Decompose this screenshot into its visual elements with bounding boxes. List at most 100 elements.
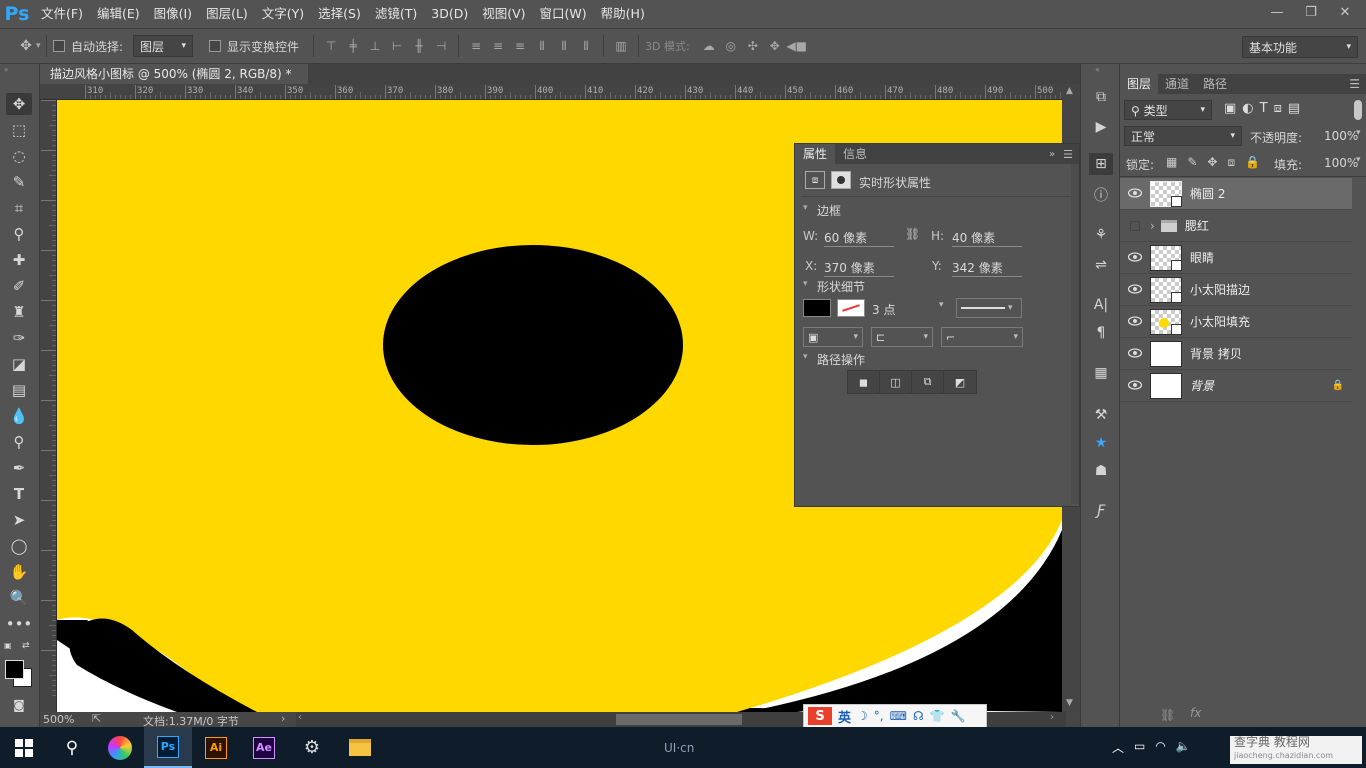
skin-icon[interactable]: 👕	[930, 709, 945, 723]
move-tool-icon[interactable]: ✥	[16, 36, 36, 56]
workspace-dropdown[interactable]: 基本功能 ▾	[1242, 36, 1358, 58]
eye-icon[interactable]	[1120, 283, 1150, 297]
menu-item-5[interactable]: 选择(S)	[311, 0, 368, 28]
lock-all-icon[interactable]: 🔒	[1245, 155, 1260, 170]
adjustments-panel-icon[interactable]: ⇌	[1089, 254, 1113, 276]
eyedropper-tool-icon[interactable]: ⚲	[6, 223, 32, 245]
section-toggle-icon[interactable]: ▾	[803, 279, 808, 289]
distribute-left-icon[interactable]: ⫴	[531, 36, 553, 56]
move-tool-icon[interactable]: ✥	[6, 93, 32, 115]
scroll-up-icon[interactable]: ▲	[1066, 86, 1073, 96]
layer-name[interactable]: 背景 拷贝	[1190, 345, 1242, 362]
menu-item-1[interactable]: 编辑(E)	[90, 0, 147, 28]
link-icon[interactable]: ⛓	[905, 227, 920, 241]
tab-channels[interactable]: 通道	[1158, 74, 1196, 94]
layer-name[interactable]: 椭圆 2	[1190, 185, 1225, 202]
eraser-tool-icon[interactable]: ◪	[6, 353, 32, 375]
section-toggle-icon[interactable]: ▾	[803, 203, 808, 213]
ime-language[interactable]: 英	[838, 707, 851, 726]
lock-icon[interactable]: 🔒	[1332, 380, 1344, 391]
show-transform-checkbox[interactable]	[209, 40, 222, 52]
layer-effects-icon[interactable]: fx	[1190, 706, 1201, 720]
layer-row[interactable]: 椭圆 2	[1120, 178, 1352, 210]
ellipse-tool-icon[interactable]: ◯	[6, 535, 32, 557]
align-hcenter-icon[interactable]: ╫	[408, 36, 430, 56]
horizontal-scroll-thumb[interactable]	[616, 714, 742, 725]
distribute-bottom-icon[interactable]: ≡	[509, 36, 531, 56]
eye-icon[interactable]	[1120, 315, 1150, 329]
layer-row[interactable]: 背景 拷贝	[1120, 338, 1352, 370]
lock-artboard-icon[interactable]: ⧈	[1227, 155, 1235, 170]
section-toggle-icon[interactable]: ▾	[803, 352, 808, 362]
character-panel-icon[interactable]: A|	[1089, 294, 1113, 316]
live-shape-icon[interactable]: ⧈	[805, 171, 825, 189]
layer-row[interactable]: 小太阳描边	[1120, 274, 1352, 306]
dodge-tool-icon[interactable]: ⚲	[6, 431, 32, 453]
minimize-button[interactable]: —	[1260, 0, 1294, 24]
stroke-type-dropdown[interactable]: ▾	[956, 298, 1022, 318]
pixel-filter-icon[interactable]: ▣	[1224, 101, 1236, 116]
3d-roll-icon[interactable]: ◎	[720, 36, 742, 56]
styles-panel-icon[interactable]: ⚒	[1089, 404, 1113, 426]
distribute-vcenter-icon[interactable]: ≡	[487, 36, 509, 56]
intersect-shapes-icon[interactable]: ⧉	[912, 371, 944, 393]
collapse-icon[interactable]: «	[1095, 65, 1100, 74]
taskbar-app-aftereffects[interactable]: Ae	[240, 727, 288, 768]
export-icon[interactable]: ⇱	[92, 712, 101, 725]
volume-icon[interactable]: 🔈	[1176, 739, 1191, 756]
layer-name[interactable]: 腮红	[1185, 217, 1209, 234]
link-layers-icon[interactable]: ⛓	[1160, 708, 1175, 722]
info-panel-icon[interactable]: ⓘ	[1089, 184, 1113, 206]
shape-filter-icon[interactable]: ⧈	[1274, 101, 1282, 116]
taskbar-app-colorwheel[interactable]	[96, 727, 144, 768]
align-bottom-icon[interactable]: ⊥	[364, 36, 386, 56]
blur-tool-icon[interactable]: 💧	[6, 405, 32, 427]
tab-paths[interactable]: 路径	[1196, 74, 1234, 94]
stroke-align-dropdown[interactable]: ▣ ▾	[803, 327, 863, 347]
quick-mask-icon[interactable]: ◙	[6, 694, 32, 716]
subtract-shapes-icon[interactable]: ◫	[880, 371, 912, 393]
swap-colors-icon[interactable]: ⇄	[22, 641, 30, 651]
history-brush-tool-icon[interactable]: ✑	[6, 327, 32, 349]
keyboard-icon[interactable]: ⌨	[890, 709, 907, 723]
lock-transparent-icon[interactable]: ▦	[1166, 155, 1177, 170]
zoom-tool-icon[interactable]: 🔍	[6, 587, 32, 609]
tab-layers[interactable]: 图层	[1120, 74, 1159, 94]
eye-icon[interactable]	[1120, 347, 1150, 361]
visibility-off-icon[interactable]	[1120, 220, 1150, 231]
menu-item-2[interactable]: 图像(I)	[147, 0, 199, 28]
menu-item-0[interactable]: 文件(F)	[34, 0, 90, 28]
opacity-value[interactable]: 100%	[1324, 129, 1358, 143]
pen-tool-icon[interactable]: ✒	[6, 457, 32, 479]
menu-item-9[interactable]: 窗口(W)	[533, 0, 594, 28]
align-left-icon[interactable]: ⊢	[386, 36, 408, 56]
layer-row[interactable]: 眼睛	[1120, 242, 1352, 274]
eye-icon[interactable]	[1120, 379, 1150, 393]
status-menu-icon[interactable]: ›	[281, 712, 285, 725]
taskbar-app-photoshop[interactable]: Ps	[144, 727, 192, 768]
type-tool-icon[interactable]: T	[6, 483, 32, 505]
close-window-button[interactable]: ✕	[1328, 0, 1362, 24]
brush-panel-icon[interactable]: ⚘	[1089, 224, 1113, 246]
fill-color-swatch[interactable]	[803, 299, 831, 317]
combine-shapes-icon[interactable]: ◼	[848, 371, 880, 393]
cloud-panel-icon[interactable]: ☗	[1089, 460, 1113, 482]
auto-select-target-dropdown[interactable]: 图层 ▾	[133, 35, 194, 57]
stroke-corner-dropdown[interactable]: ⌐ ▾	[941, 327, 1023, 347]
lock-pixels-icon[interactable]: ✎	[1187, 155, 1197, 170]
stroke-color-swatch[interactable]	[837, 299, 865, 317]
panel-grip[interactable]: »	[4, 66, 34, 74]
blend-mode-dropdown[interactable]: 正常 ▾	[1124, 126, 1242, 146]
voice-icon[interactable]: ☊	[913, 709, 924, 723]
chevron-down-icon[interactable]: ▾	[939, 300, 944, 310]
layer-name[interactable]: 眼睛	[1190, 249, 1214, 266]
crop-tool-icon[interactable]: ⌗	[6, 197, 32, 219]
settings-icon[interactable]: 🔧	[951, 709, 966, 723]
libraries-panel-icon[interactable]: ★	[1089, 432, 1113, 454]
distribute-hcenter-icon[interactable]: ⫴	[553, 36, 575, 56]
3d-scale-icon[interactable]: ◀■	[786, 36, 808, 56]
search-icon[interactable]: ⚲	[48, 727, 96, 768]
layer-name[interactable]: 小太阳填充	[1190, 313, 1250, 330]
distribute-top-icon[interactable]: ≡	[465, 36, 487, 56]
layer-name[interactable]: 小太阳描边	[1190, 281, 1250, 298]
